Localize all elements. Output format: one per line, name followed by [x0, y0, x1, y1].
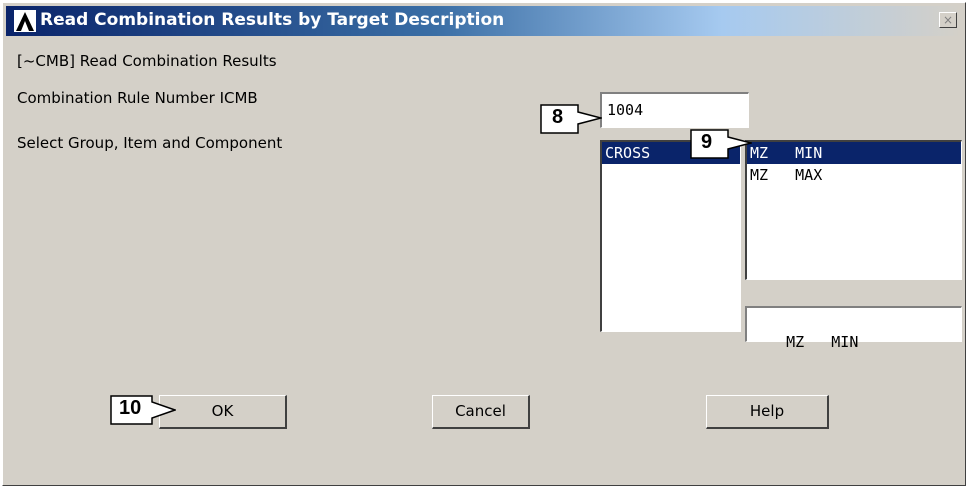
- ansys-logo-icon: [14, 10, 36, 32]
- callout-8-label: 8: [552, 106, 564, 128]
- window-title: Read Combination Results by Target Descr…: [40, 10, 505, 30]
- title-bar[interactable]: Read Combination Results by Target Descr…: [6, 6, 961, 36]
- callout-9-shape: [690, 129, 754, 159]
- item-list-item-mz-max[interactable]: MZ MAX: [747, 164, 961, 186]
- item-listbox[interactable]: MZ MIN MZ MAX: [745, 140, 962, 280]
- component-selection-value: MZ MIN: [786, 333, 859, 351]
- callout-10-label: 10: [119, 397, 142, 419]
- callout-8-shape: [540, 104, 604, 134]
- close-button[interactable]: ×: [939, 12, 957, 28]
- icmb-input[interactable]: 1004: [600, 92, 749, 128]
- group-listbox[interactable]: CROSS: [600, 140, 741, 332]
- callout-9: 9: [690, 129, 754, 159]
- callout-9-label: 9: [701, 131, 713, 153]
- callout-8: 8: [540, 104, 604, 134]
- component-selection-field[interactable]: MZ MIN: [745, 306, 962, 351]
- rule-number-label: Combination Rule Number ICMB: [17, 89, 258, 107]
- cancel-button[interactable]: Cancel: [432, 395, 530, 429]
- select-label: Select Group, Item and Component: [17, 134, 283, 152]
- item-list-item-mz-min[interactable]: MZ MIN: [747, 142, 961, 164]
- ok-button[interactable]: OK: [159, 395, 287, 429]
- help-button[interactable]: Help: [706, 395, 829, 429]
- icmb-input-value: 1004: [607, 101, 644, 119]
- callout-10: 10: [110, 395, 178, 425]
- command-label: [~CMB] Read Combination Results: [17, 52, 277, 70]
